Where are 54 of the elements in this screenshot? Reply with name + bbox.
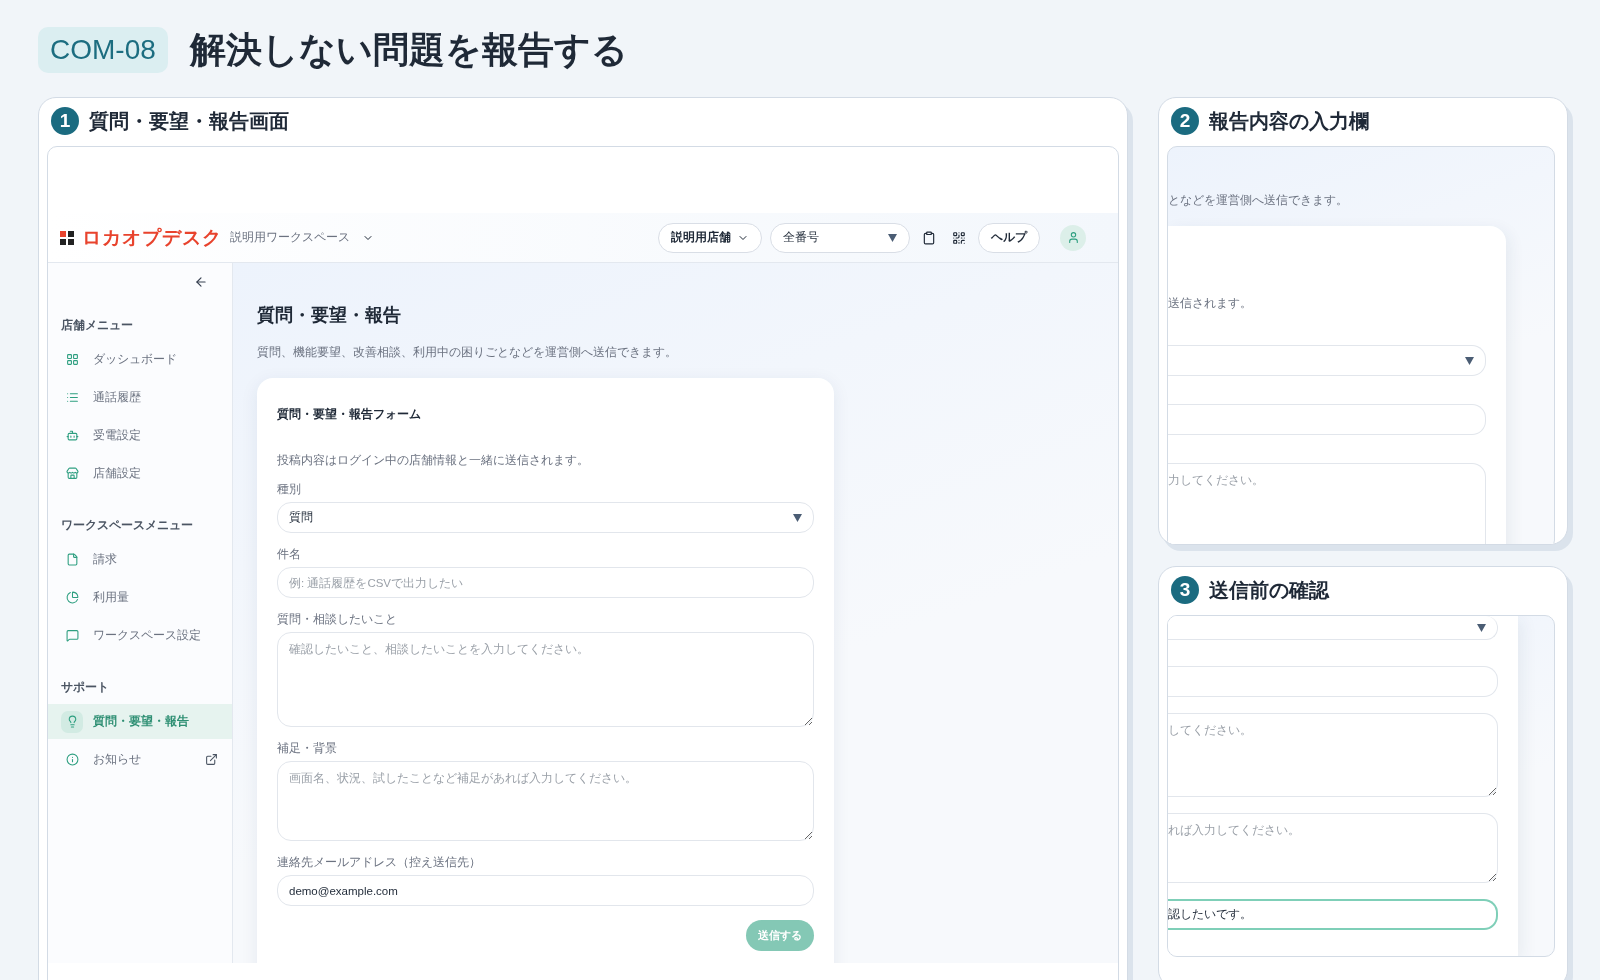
field-label: 件名	[277, 547, 302, 562]
dropdown-arrow-icon	[793, 513, 802, 522]
app-logo: ロカオプデスク	[82, 225, 222, 250]
text-area[interactable]: してください。	[1168, 713, 1498, 797]
field-label: 種別	[277, 482, 302, 497]
sidebar-item[interactable]: 受電設定	[48, 418, 232, 453]
sidebar-item[interactable]: お知らせ	[48, 742, 232, 777]
dropdown-arrow-icon	[888, 233, 897, 242]
sidebar-section-title: サポート	[60, 679, 110, 696]
field-label: 連絡先メールアドレス（控え送信先）	[277, 855, 482, 870]
email-field[interactable]: demo@example.com	[277, 875, 814, 906]
sidebar-item[interactable]: 請求	[48, 542, 232, 577]
form-note: 投稿内容はログイン中の店舗情報と一緒に送信されます。	[277, 453, 590, 468]
text-area[interactable]: 画面名、状況、試したことなど補足があれば入力してください。	[277, 761, 814, 841]
sidebar-section-title: 店舗メニュー	[60, 317, 134, 334]
sidebar-item[interactable]: 質問・要望・報告	[48, 704, 232, 739]
sidebar-item[interactable]: 利用量	[48, 580, 232, 615]
step-number: 3	[1171, 576, 1199, 604]
page-title: 質問・要望・報告	[257, 304, 402, 327]
user-avatar[interactable]	[1060, 224, 1086, 251]
field-label: 質問・相談したいこと	[277, 612, 398, 627]
sidebar-item[interactable]: 通話履歴	[48, 380, 232, 415]
text-field[interactable]: 認したいです。	[1168, 899, 1498, 930]
sidebar-section-title: ワークスペースメニュー	[60, 517, 194, 534]
number-select[interactable]: 全番号	[770, 222, 910, 253]
text-area[interactable]: 力してください。	[1168, 463, 1486, 544]
page-heading: 解決しない問題を報告する	[189, 27, 628, 72]
workspace-name: 説明用ワークスペース	[230, 229, 350, 246]
text-area[interactable]: れば入力してください。	[1168, 813, 1498, 883]
field-label: 補足・背景	[277, 741, 338, 756]
form-note: 送信されます。	[1168, 296, 1253, 311]
sidebar-item[interactable]: ワークスペース設定	[48, 618, 232, 653]
step-title: 報告内容の入力欄	[1209, 108, 1369, 134]
page-description: 質問、機能要望、改善相談、利用中の困りごとなどを運営側へ送信できます。	[257, 345, 678, 360]
text-field[interactable]	[1168, 404, 1486, 435]
help-button[interactable]: ヘルプ	[978, 222, 1040, 253]
step-title: 送信前の確認	[1209, 577, 1329, 603]
form-title: 質問・要望・報告フォーム	[277, 406, 422, 423]
dropdown-arrow-icon	[1477, 623, 1486, 632]
dropdown-arrow-icon	[1465, 356, 1474, 365]
text-field[interactable]	[1168, 666, 1498, 697]
step-title: 質問・要望・報告画面	[89, 108, 289, 134]
page-description: となどを運営側へ送信できます。	[1168, 193, 1349, 209]
menu-icon	[61, 710, 83, 733]
text-area[interactable]: 確認したいこと、相談したいことを入力してください。	[277, 632, 814, 727]
subject-field[interactable]: 例: 通話履歴をCSVで出力したい	[277, 567, 814, 598]
step-number: 2	[1171, 107, 1199, 135]
type-select[interactable]: 質問	[277, 502, 814, 533]
store-select[interactable]: 説明用店舗	[658, 222, 762, 253]
step-number: 1	[51, 107, 79, 135]
sidebar-item[interactable]: ダッシュボード	[48, 342, 232, 377]
logo-icon	[60, 230, 74, 245]
sidebar-item[interactable]: 店舗設定	[48, 456, 232, 491]
screen-code-badge: COM-08	[38, 27, 168, 73]
